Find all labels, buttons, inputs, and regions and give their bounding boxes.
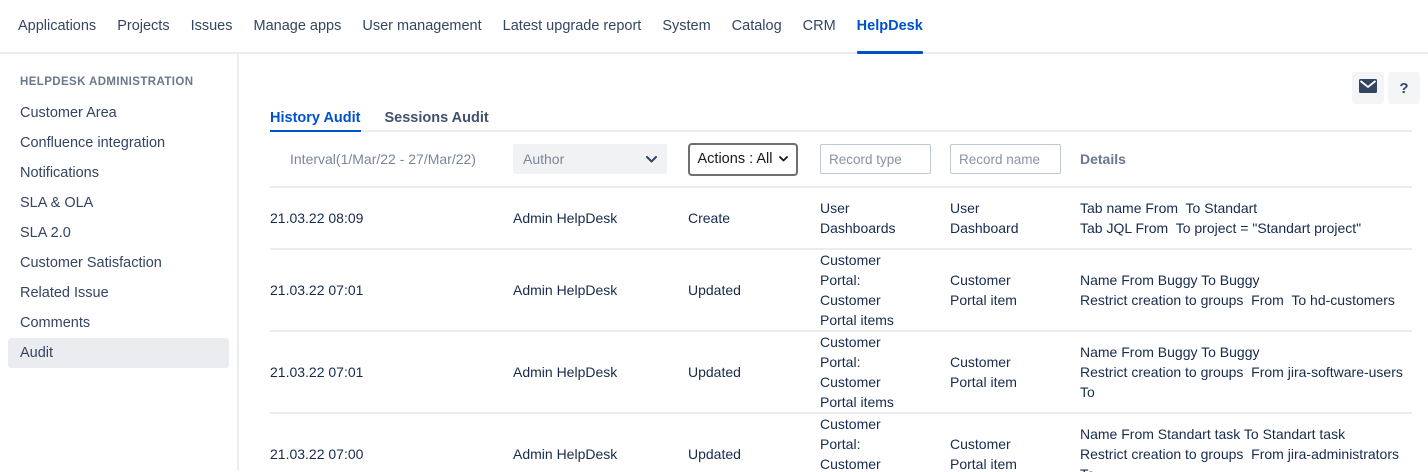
row-action: Updated (688, 444, 820, 464)
help-button[interactable]: ? (1388, 72, 1420, 104)
record-type-input[interactable] (820, 144, 931, 174)
sidebar-item-audit[interactable]: Audit (8, 338, 229, 368)
row-author: Admin HelpDesk (513, 280, 688, 300)
nav-item[interactable]: Latest upgrade report (503, 0, 642, 52)
nav-item[interactable]: Projects (117, 0, 169, 52)
row-record-type: User Dashboards (820, 198, 950, 238)
tab-sessions-audit[interactable]: Sessions Audit (385, 108, 489, 130)
row-action: Updated (688, 280, 820, 300)
author-select[interactable]: Author (513, 144, 667, 174)
filter-row: Interval(1/Mar/22 - 27/Mar/22) Author Ac… (270, 132, 1412, 188)
helpdesk-admin-sidebar: HELPDESK ADMINISTRATION Customer Area Co… (0, 54, 239, 470)
envelope-icon (1359, 79, 1377, 97)
row-details: Name From Buggy To Buggy Restrict creati… (1080, 342, 1412, 402)
sidebar-header: HELPDESK ADMINISTRATION (0, 76, 237, 88)
top-action-buttons: ? (1352, 72, 1420, 104)
nav-item[interactable]: CRM (803, 0, 836, 52)
tab-history-audit[interactable]: History Audit (270, 108, 361, 132)
table-row: 21.03.22 07:01 Admin HelpDesk Updated Cu… (270, 332, 1412, 414)
row-details: Name From Standart task To Standart task… (1080, 424, 1412, 472)
sidebar-item-confluence-integration[interactable]: Confluence integration (8, 128, 229, 158)
sidebar-item-sla-2-0[interactable]: SLA 2.0 (8, 218, 229, 248)
row-details: Tab name From To Standart Tab JQL From T… (1080, 198, 1412, 238)
nav-item[interactable]: Issues (191, 0, 233, 52)
sidebar-item-customer-area[interactable]: Customer Area (8, 98, 229, 128)
sidebar-item-comments[interactable]: Comments (8, 308, 229, 338)
row-action: Create (688, 208, 820, 228)
author-select-value: Author (523, 151, 564, 167)
nav-item[interactable]: Manage apps (254, 0, 342, 52)
nav-item[interactable]: Catalog (732, 0, 782, 52)
row-time: 21.03.22 08:09 (270, 208, 513, 228)
sidebar-item-related-issue[interactable]: Related Issue (8, 278, 229, 308)
row-record-name: Customer Portal item (950, 270, 1080, 310)
row-record-type: Customer Portal: Customer Portal items (820, 332, 950, 412)
chevron-down-icon (779, 156, 788, 162)
record-name-input[interactable] (950, 144, 1061, 174)
row-details: Name From Buggy To Buggy Restrict creati… (1080, 270, 1412, 310)
actions-select[interactable]: Actions : All (688, 143, 798, 176)
nav-item[interactable]: System (662, 0, 710, 52)
row-record-type: Customer Portal: Customer Portal items (820, 414, 950, 472)
row-time: 21.03.22 07:00 (270, 444, 513, 464)
row-time: 21.03.22 07:01 (270, 362, 513, 382)
sidebar-item-customer-satisfaction[interactable]: Customer Satisfaction (8, 248, 229, 278)
row-record-type: Customer Portal: Customer Portal items (820, 250, 950, 330)
interval-filter[interactable]: Interval(1/Mar/22 - 27/Mar/22) (270, 151, 513, 167)
row-record-name: Customer Portal item (950, 352, 1080, 392)
details-column-header: Details (1080, 151, 1412, 167)
top-navigation: Applications Projects Issues Manage apps… (0, 0, 1428, 54)
mail-button[interactable] (1352, 72, 1384, 104)
row-time: 21.03.22 07:01 (270, 280, 513, 300)
audit-tabs: History Audit Sessions Audit (270, 108, 1412, 132)
row-action: Updated (688, 362, 820, 382)
row-author: Admin HelpDesk (513, 444, 688, 464)
nav-item[interactable]: HelpDesk (857, 0, 923, 52)
table-row: 21.03.22 07:01 Admin HelpDesk Updated Cu… (270, 250, 1412, 332)
sidebar-item-notifications[interactable]: Notifications (8, 158, 229, 188)
row-record-name: User Dashboard (950, 198, 1080, 238)
chevron-down-icon (646, 156, 657, 163)
audit-main-panel: ? History Audit Sessions Audit Interval(… (239, 54, 1428, 470)
audit-table: Interval(1/Mar/22 - 27/Mar/22) Author Ac… (270, 132, 1412, 472)
table-row: 21.03.22 08:09 Admin HelpDesk Create Use… (270, 188, 1412, 250)
row-author: Admin HelpDesk (513, 208, 688, 228)
row-author: Admin HelpDesk (513, 362, 688, 382)
nav-item[interactable]: Applications (18, 0, 96, 52)
sidebar-item-sla-ola[interactable]: SLA & OLA (8, 188, 229, 218)
actions-select-value: Actions : All (698, 151, 773, 167)
nav-item[interactable]: User management (362, 0, 481, 52)
table-row: 21.03.22 07:00 Admin HelpDesk Updated Cu… (270, 414, 1412, 472)
row-record-name: Customer Portal item (950, 434, 1080, 472)
